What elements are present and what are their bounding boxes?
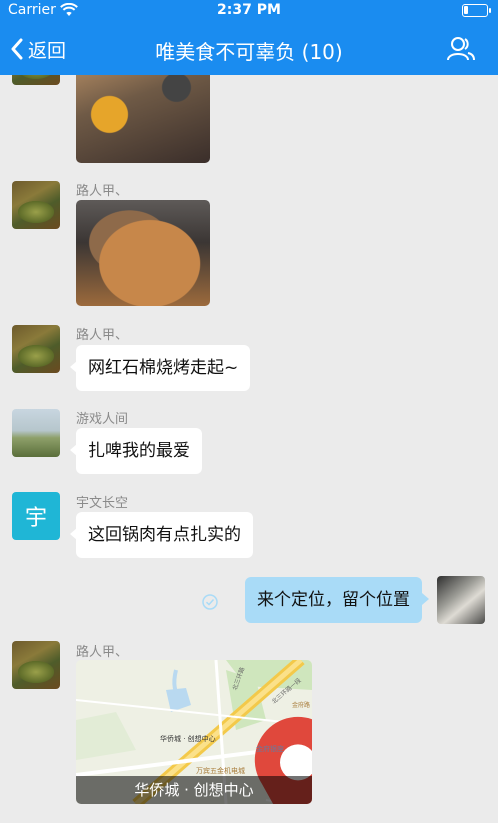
status-bar: Carrier 2:37 PM	[0, 0, 498, 22]
clock: 2:37 PM	[217, 2, 281, 18]
avatar[interactable]	[12, 75, 60, 85]
self-avatar[interactable]	[437, 576, 485, 624]
map-label: 金府路	[292, 702, 311, 709]
sent-check-icon	[202, 594, 218, 610]
avatar[interactable]: 宇	[12, 492, 60, 540]
map-label: 万宾五金机电城	[196, 767, 245, 775]
map-label: 金府银座	[256, 745, 284, 753]
navigation-bar: 返回 唯美食不可辜负 (10)	[0, 26, 498, 72]
group-members-icon[interactable]	[446, 36, 476, 62]
text-bubble[interactable]: 网红石棉烧烤走起~	[69, 345, 251, 391]
location-name: 华侨城 · 创想中心	[76, 776, 312, 804]
top-bar: Carrier 2:37 PM 返回 唯美食不可辜负 (10)	[0, 0, 498, 75]
sender-name: 路人甲、	[76, 328, 129, 343]
sender-name: 路人甲、	[76, 184, 129, 199]
map-label: 华侨城 · 创想中心	[160, 735, 216, 743]
map-pin-icon	[180, 712, 312, 804]
sender-name: 游戏人间	[76, 412, 129, 427]
chat-title: 唯美食不可辜负 (10)	[155, 40, 343, 64]
avatar[interactable]	[12, 325, 60, 373]
image-message[interactable]	[76, 75, 210, 163]
chat-messages[interactable]: 路人甲、 路人甲、 网红石棉烧烤走起~ 游戏人间 扎啤我的最爱 宇 宇文长空 这…	[0, 75, 498, 823]
battery-icon	[462, 4, 491, 17]
avatar[interactable]	[12, 181, 60, 229]
self-text-bubble[interactable]: 来个定位，留个位置	[245, 577, 429, 623]
sender-name: 宇文长空	[76, 496, 129, 511]
location-card[interactable]: 华侨城 · 创想中心 万宾五金机电城 金府银座 北三环路一段 金府路 北三环路 …	[76, 660, 312, 804]
sender-name: 路人甲、	[76, 645, 129, 660]
image-message[interactable]	[76, 200, 210, 306]
text-bubble[interactable]: 扎啤我的最爱	[70, 428, 202, 474]
avatar[interactable]	[12, 641, 60, 689]
avatar[interactable]	[12, 409, 60, 457]
text-bubble[interactable]: 这回锅肉有点扎实的	[70, 512, 253, 558]
